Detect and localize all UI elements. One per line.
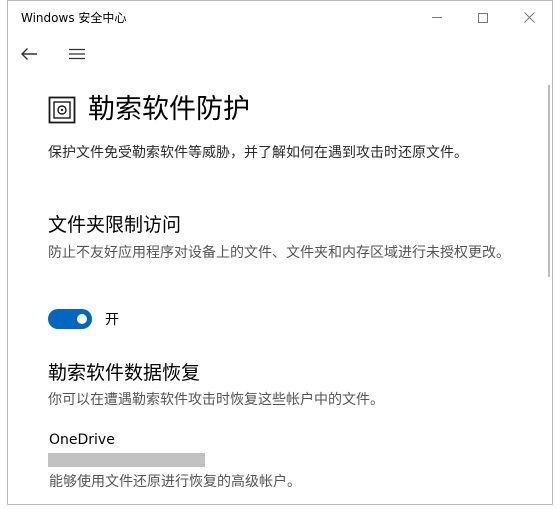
maximize-icon xyxy=(478,12,488,23)
main-content: 勒索软件防护 保护文件免受勒索软件等威胁，并了解如何在遇到攻击时还原文件。 文件… xyxy=(8,73,544,504)
hamburger-menu-icon xyxy=(69,48,85,60)
folder-access-title: 文件夹限制访问 xyxy=(48,214,182,236)
folder-access-toggle-row: 开 xyxy=(48,309,119,329)
minimize-button[interactable] xyxy=(414,1,460,34)
page-description: 保护文件免受勒索软件等威胁，并了解如何在遇到攻击时还原文件。 xyxy=(48,145,468,161)
menu-button[interactable] xyxy=(64,41,90,67)
back-button[interactable] xyxy=(16,41,42,67)
minimize-icon xyxy=(432,17,442,18)
app-title: Windows 安全中心 xyxy=(21,11,127,25)
account-redacted-bar xyxy=(48,453,205,467)
scrollbar[interactable] xyxy=(548,85,550,277)
account-name: OneDrive xyxy=(49,432,115,448)
toggle-label: 开 xyxy=(105,312,119,328)
close-button[interactable] xyxy=(506,1,552,34)
close-icon xyxy=(523,12,535,23)
account-note: 能够使用文件还原进行恢复的高级帐户。 xyxy=(49,474,301,490)
folder-access-toggle[interactable] xyxy=(48,309,92,329)
ransomware-protection-icon xyxy=(48,96,76,124)
page-header: 勒索软件防护 xyxy=(48,90,250,130)
data-recovery-description: 你可以在遭遇勒索软件攻击时恢复这些帐户中的文件。 xyxy=(48,392,384,408)
back-arrow-icon xyxy=(21,48,37,60)
data-recovery-title: 勒索软件数据恢复 xyxy=(48,362,201,384)
title-bar: Windows 安全中心 xyxy=(8,1,552,34)
maximize-button[interactable] xyxy=(460,1,506,34)
folder-access-description: 防止不友好应用程序对设备上的文件、文件夹和内存区域进行未授权更改。 xyxy=(48,245,510,261)
app-window: Windows 安全中心 勒索软件防护 保护文件免受勒索软件等威胁，并了解如何在… xyxy=(7,0,553,505)
toggle-knob xyxy=(77,314,87,324)
page-title: 勒索软件防护 xyxy=(88,94,250,125)
